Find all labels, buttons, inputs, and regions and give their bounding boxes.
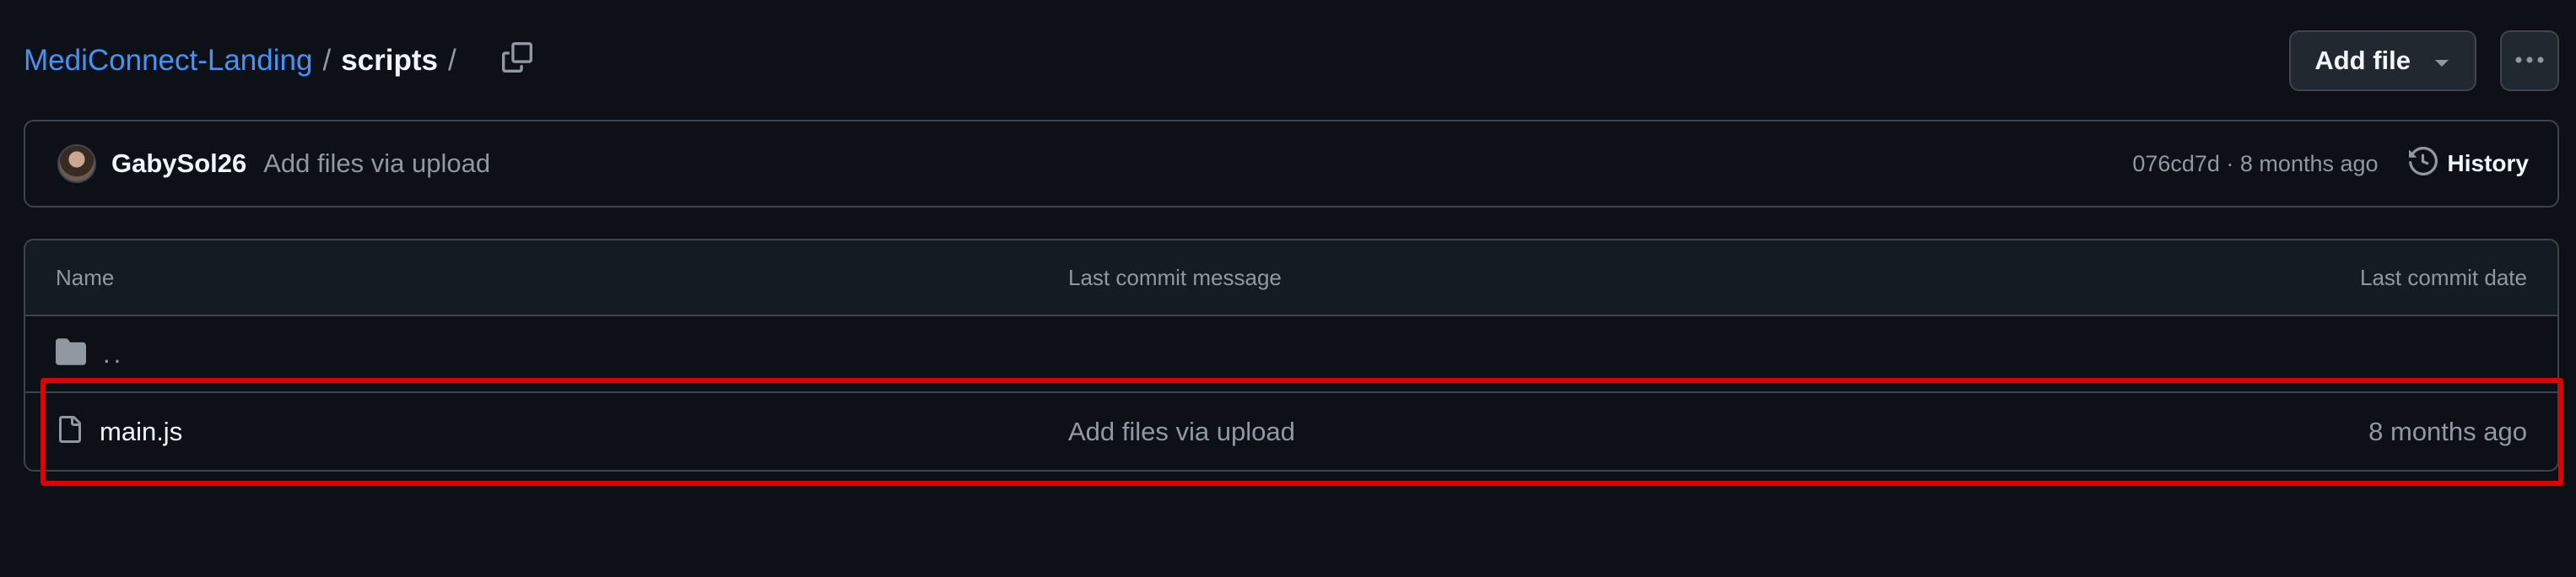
breadcrumb-repo-link[interactable]: MediConnect-Landing: [24, 44, 312, 78]
table-row[interactable]: main.js Add files via upload 8 months ag…: [25, 393, 2557, 470]
copy-path-button[interactable]: [492, 35, 543, 86]
parent-name-cell: ..: [56, 338, 1068, 369]
latest-commit-bar: GabySol26 Add files via upload 076cd7d ·…: [24, 120, 2559, 208]
add-file-label: Add file: [2314, 46, 2411, 75]
file-icon: [56, 414, 83, 449]
header-actions: Add file: [2289, 30, 2559, 91]
page: MediConnect-Landing / scripts / Add file: [0, 0, 2576, 577]
column-header-message: Last commit message: [1068, 264, 1282, 290]
breadcrumb-current-dir: scripts: [341, 44, 438, 77]
file-name-link[interactable]: main.js: [100, 417, 182, 447]
table-header: Name Last commit message Last commit dat…: [25, 240, 2557, 316]
column-header-name: Name: [56, 264, 115, 290]
breadcrumb-separator: /: [322, 44, 332, 77]
history-button[interactable]: History: [2408, 146, 2529, 181]
commit-author-link[interactable]: GabySol26: [111, 148, 246, 179]
parent-directory-link[interactable]: ..: [103, 339, 124, 369]
commit-message-link[interactable]: Add files via upload: [263, 148, 490, 179]
file-table: Name Last commit message Last commit dat…: [24, 239, 2559, 472]
history-icon: [2408, 146, 2438, 181]
commit-sha-and-time[interactable]: 076cd7d · 8 months ago: [2132, 151, 2378, 177]
commit-info: GabySol26 Add files via upload: [57, 144, 490, 183]
header: MediConnect-Landing / scripts / Add file: [24, 30, 2559, 91]
file-name-cell: main.js: [56, 414, 1068, 449]
column-header-date: Last commit date: [2360, 264, 2527, 290]
parent-directory-row[interactable]: ..: [25, 316, 2557, 393]
kebab-horizontal-icon: [2514, 53, 2545, 68]
commit-meta-group: 076cd7d · 8 months ago History: [2132, 146, 2529, 181]
breadcrumb: MediConnect-Landing / scripts /: [24, 35, 543, 86]
folder-icon: [56, 338, 86, 369]
triangle-down-icon: [2433, 46, 2451, 76]
more-options-button[interactable]: [2500, 30, 2559, 91]
file-commit-date: 8 months ago: [2368, 416, 2527, 446]
avatar[interactable]: [57, 144, 96, 183]
history-label: History: [2447, 150, 2529, 176]
file-commit-message-link[interactable]: Add files via upload: [1068, 417, 2368, 447]
copy-icon: [501, 41, 532, 80]
breadcrumb-trailing-separator: /: [447, 44, 456, 77]
add-file-button[interactable]: Add file: [2289, 30, 2476, 91]
